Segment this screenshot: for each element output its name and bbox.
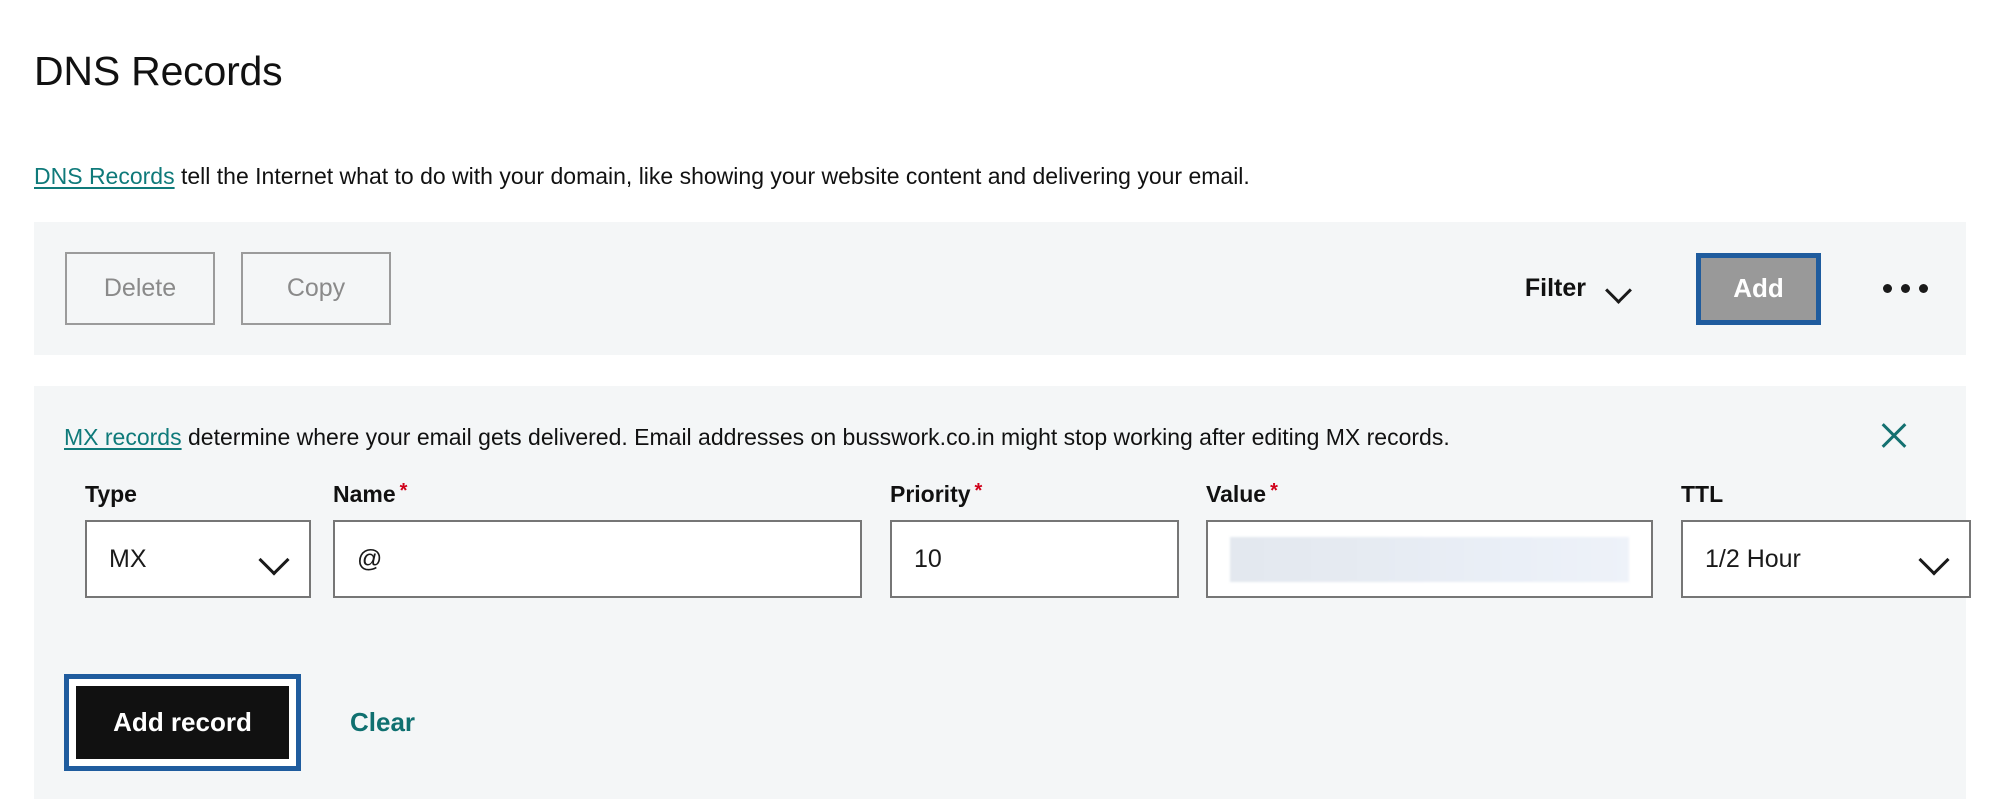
delete-button[interactable]: Delete (65, 252, 215, 325)
more-options-icon[interactable] (1875, 270, 1936, 307)
field-label-value: Value * (1206, 481, 1653, 508)
kebab-dot (1919, 284, 1928, 293)
field-type: Type MX (85, 481, 311, 598)
mx-records-notice: MX records determine where your email ge… (64, 423, 1450, 453)
field-label-name: Name * (333, 481, 862, 508)
kebab-dot (1901, 284, 1910, 293)
form-actions: Add record Clear (64, 674, 421, 771)
priority-input-value: 10 (914, 544, 942, 573)
chevron-down-icon (261, 546, 287, 572)
field-label-priority: Priority * (890, 481, 1179, 508)
chevron-down-icon (1921, 546, 1947, 572)
ttl-select[interactable]: 1/2 Hour (1681, 520, 1971, 598)
type-select-value: MX (109, 544, 147, 573)
add-record-focus-ring: Add record (64, 674, 301, 771)
filter-button[interactable]: Filter (1519, 266, 1638, 311)
add-record-panel: MX records determine where your email ge… (34, 386, 1971, 799)
close-icon[interactable] (1874, 416, 1914, 456)
type-select[interactable]: MX (85, 520, 311, 598)
add-button[interactable]: Add (1701, 257, 1816, 320)
mx-records-link[interactable]: MX records (64, 424, 182, 450)
field-label-text: Priority (890, 481, 971, 507)
ttl-select-value: 1/2 Hour (1705, 544, 1801, 573)
filter-label: Filter (1524, 274, 1586, 302)
name-input-value: @ (357, 544, 383, 573)
value-input[interactable] (1206, 520, 1653, 598)
field-label-text: TTL (1681, 481, 1724, 507)
field-name: Name * @ (333, 481, 862, 598)
field-label-text: Type (85, 481, 137, 507)
dns-records-link[interactable]: DNS Records (34, 163, 175, 189)
toolbar-left-group: Delete Copy (65, 252, 391, 325)
name-input[interactable]: @ (333, 520, 862, 598)
redacted-value-block (1230, 536, 1629, 582)
kebab-dot (1883, 284, 1892, 293)
required-marker: * (399, 480, 408, 502)
record-fields-row: Type MX Name * @ Priority * 10 Value * T… (34, 481, 1971, 611)
field-ttl: TTL 1/2 Hour (1681, 481, 1971, 598)
clear-button[interactable]: Clear (344, 697, 421, 748)
toolbar-right-group: Filter Add (1519, 252, 1936, 325)
page-title: DNS Records (34, 48, 283, 95)
priority-input[interactable]: 10 (890, 520, 1179, 598)
copy-button[interactable]: Copy (241, 252, 391, 325)
required-marker: * (974, 480, 983, 502)
field-label-type: Type (85, 481, 311, 508)
field-label-text: Name (333, 481, 396, 507)
field-value: Value * (1206, 481, 1653, 598)
field-priority: Priority * 10 (890, 481, 1179, 598)
field-label-text: Value (1206, 481, 1267, 507)
page-description: DNS Records tell the Internet what to do… (34, 161, 1250, 192)
mx-records-notice-text: determine where your email gets delivere… (181, 424, 1450, 450)
chevron-down-icon (1606, 276, 1632, 302)
field-label-ttl: TTL (1681, 481, 1971, 508)
records-toolbar: Delete Copy Filter Add (34, 222, 1966, 355)
add-button-focus-ring: Add (1696, 252, 1821, 325)
page-description-text: tell the Internet what to do with your d… (174, 163, 1250, 189)
required-marker: * (1270, 480, 1278, 502)
add-record-button[interactable]: Add record (76, 686, 289, 759)
